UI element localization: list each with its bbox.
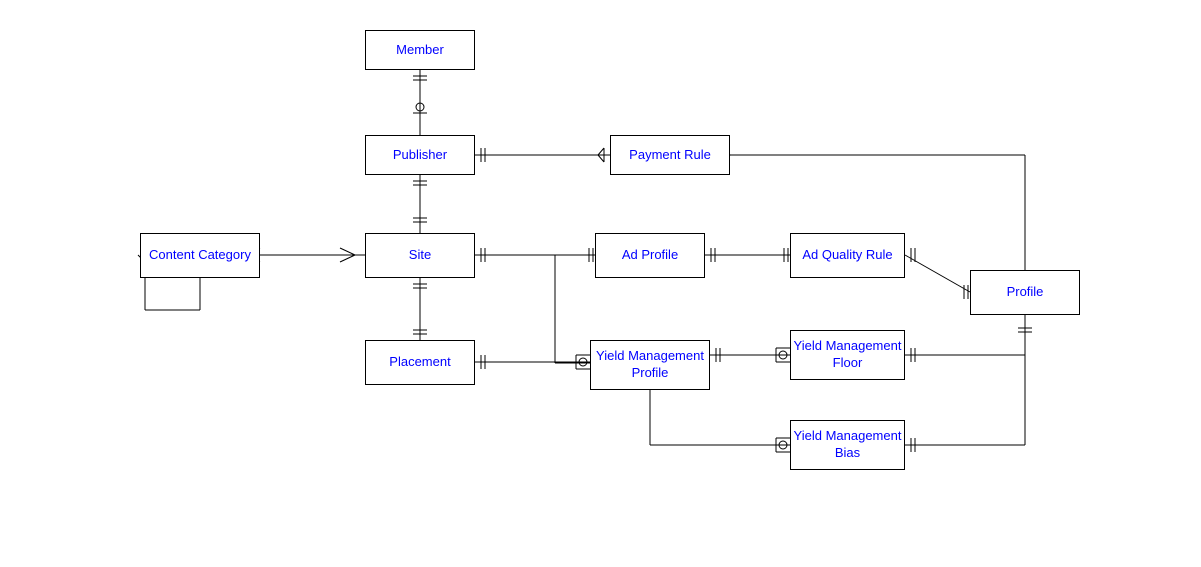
er-diagram: Member Publisher Content Category Site P…: [0, 0, 1201, 567]
yield-mgmt-floor-entity: Yield Management Floor: [790, 330, 905, 380]
publisher-entity: Publisher: [365, 135, 475, 175]
profile-entity: Profile: [970, 270, 1080, 315]
yield-mgmt-bias-entity: Yield Management Bias: [790, 420, 905, 470]
member-entity: Member: [365, 30, 475, 70]
yield-mgmt-profile-entity: Yield Management Profile: [590, 340, 710, 390]
ad-quality-rule-entity: Ad Quality Rule: [790, 233, 905, 278]
payment-rule-entity: Payment Rule: [610, 135, 730, 175]
site-entity: Site: [365, 233, 475, 278]
content-category-entity: Content Category: [140, 233, 260, 278]
placement-entity: Placement: [365, 340, 475, 385]
ad-profile-entity: Ad Profile: [595, 233, 705, 278]
